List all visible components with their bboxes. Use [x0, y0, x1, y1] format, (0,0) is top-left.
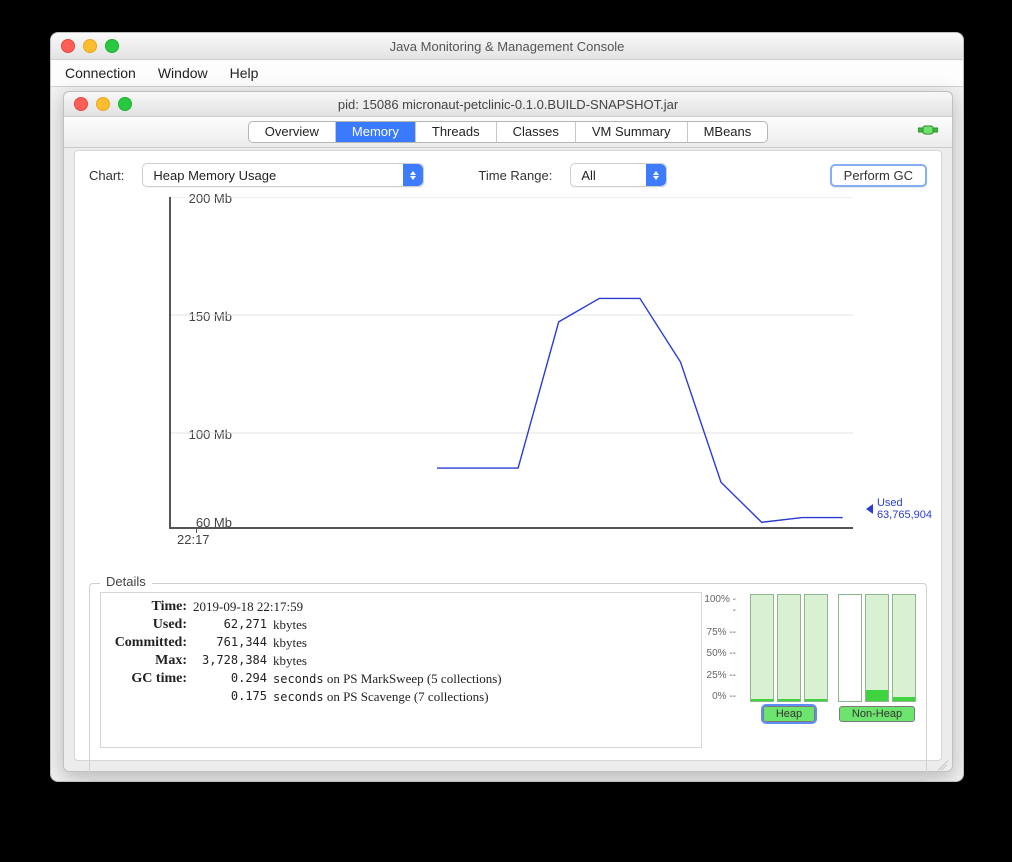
heap-bar-1[interactable]	[750, 594, 774, 702]
menu-window[interactable]: Window	[158, 65, 208, 81]
inner-window: pid: 15086 micronaut-petclinic-0.1.0.BUI…	[63, 91, 953, 772]
used-callout-value: 63,765,904	[877, 509, 932, 521]
tab-mbeans[interactable]: MBeans	[688, 122, 768, 142]
k-used: Used:	[111, 617, 191, 635]
menubar: Connection Window Help	[51, 60, 963, 87]
arrow-left-icon	[866, 504, 873, 514]
perform-gc-button[interactable]: Perform GC	[830, 164, 927, 187]
time-range-select[interactable]: All	[570, 163, 667, 187]
tab-threads[interactable]: Threads	[416, 122, 497, 142]
heap-button[interactable]: Heap	[763, 706, 815, 722]
heap-bar-2[interactable]	[777, 594, 801, 702]
memory-panel: Chart: Heap Memory Usage Time Range: All	[74, 150, 942, 761]
tab-row: Overview Memory Threads Classes VM Summa…	[64, 117, 952, 148]
inner-titlebar: pid: 15086 micronaut-petclinic-0.1.0.BUI…	[64, 92, 952, 117]
stats-box: Time: 2019-09-18 22:17:59 Used: 62,271 k…	[100, 592, 702, 748]
tab-vm-summary[interactable]: VM Summary	[576, 122, 688, 142]
outer-window-title: Java Monitoring & Management Console	[51, 39, 963, 54]
used-callout-name: Used	[877, 497, 932, 509]
u-committed: kbytes	[271, 635, 506, 653]
pct-axis: 100% -- 75% -- 50% -- 25% -- 0% --	[702, 594, 740, 702]
details-group: Details Time: 2019-09-18 22:17:59 Used: …	[89, 583, 927, 781]
k-committed: Committed:	[111, 635, 191, 653]
k-time: Time:	[111, 599, 191, 617]
chart-label: Chart:	[89, 168, 124, 183]
menu-help[interactable]: Help	[230, 65, 259, 81]
v-max: 3,728,384	[191, 653, 271, 671]
connection-status-icon	[918, 123, 938, 137]
nonheap-bar-3[interactable]	[892, 594, 916, 702]
memory-bars: 100% -- 75% -- 50% -- 25% -- 0% --	[702, 594, 916, 722]
tab-memory[interactable]: Memory	[336, 122, 416, 142]
t-gc2: seconds on PS Scavenge (7 collections)	[271, 689, 506, 707]
u-used: kbytes	[271, 617, 506, 635]
chart-area: 200 Mb 150 Mb 100 Mb 60 Mb	[89, 197, 927, 547]
plot-box	[169, 197, 853, 529]
u-max: kbytes	[271, 653, 506, 671]
chevron-updown-icon	[646, 164, 666, 186]
nonheap-button[interactable]: Non-Heap	[839, 706, 915, 722]
series-used	[437, 298, 843, 522]
tabs: Overview Memory Threads Classes VM Summa…	[248, 121, 769, 143]
v-time: 2019-09-18 22:17:59	[191, 599, 506, 617]
k-max: Max:	[111, 653, 191, 671]
x-tick-label: 22:17	[177, 532, 210, 547]
v-committed: 761,344	[191, 635, 271, 653]
heap-bar-3[interactable]	[804, 594, 828, 702]
v-gc1: 0.294	[191, 671, 271, 689]
heap-barset[interactable]: Heap	[750, 594, 828, 722]
time-range-value: All	[571, 168, 605, 183]
v-gc2: 0.175	[191, 689, 271, 707]
outer-window: Java Monitoring & Management Console Con…	[50, 32, 964, 782]
inner-window-title: pid: 15086 micronaut-petclinic-0.1.0.BUI…	[64, 97, 952, 112]
k-gc: GC time:	[111, 671, 191, 689]
controls-row: Chart: Heap Memory Usage Time Range: All	[89, 163, 927, 187]
v-used: 62,271	[191, 617, 271, 635]
tab-classes[interactable]: Classes	[497, 122, 576, 142]
chevron-updown-icon	[403, 164, 423, 186]
t-gc1: seconds seconds on PS MarkSweep (5 colle…	[271, 671, 506, 689]
time-range-label: Time Range:	[478, 168, 552, 183]
tab-overview[interactable]: Overview	[249, 122, 336, 142]
chart-select-value: Heap Memory Usage	[143, 168, 286, 183]
menu-connection[interactable]: Connection	[65, 65, 136, 81]
nonheap-bar-2[interactable]	[865, 594, 889, 702]
nonheap-barset[interactable]: Non-Heap	[838, 594, 916, 722]
used-callout: Used 63,765,904	[866, 497, 932, 521]
chart-select[interactable]: Heap Memory Usage	[142, 163, 424, 187]
details-title: Details	[100, 574, 152, 589]
resize-handle-icon[interactable]	[936, 755, 950, 769]
nonheap-bar-1[interactable]	[838, 594, 862, 702]
outer-titlebar: Java Monitoring & Management Console	[51, 33, 963, 60]
